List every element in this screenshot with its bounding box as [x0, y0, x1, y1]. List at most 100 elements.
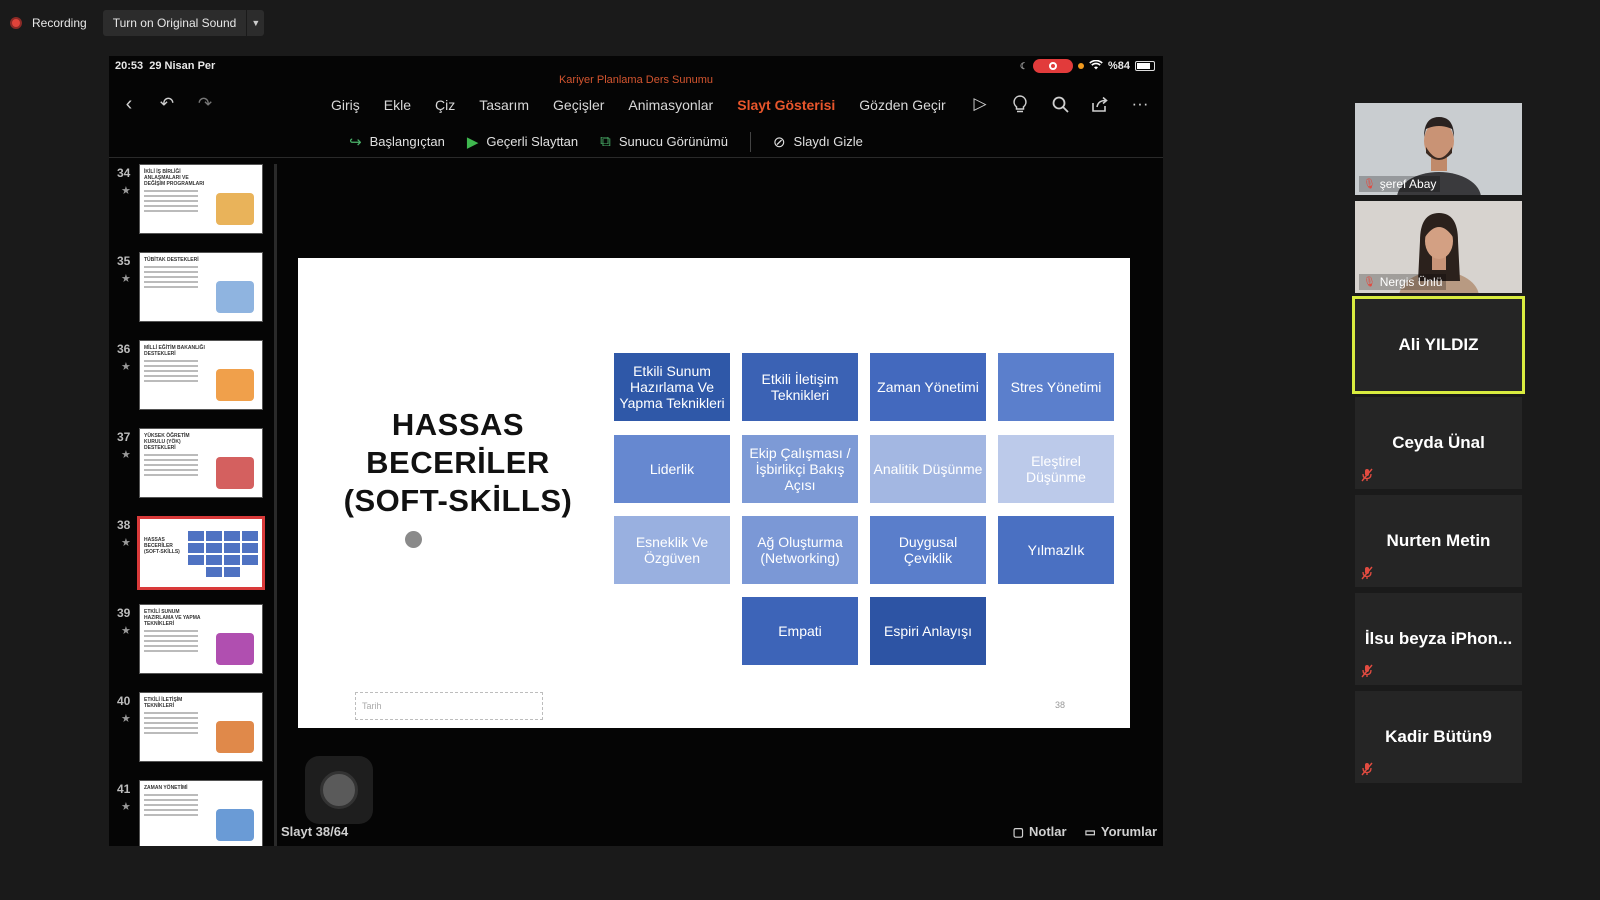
slide-thumbnail[interactable]: 36 ★ MİLLİ EĞİTİM BAKANLIĞI DESTEKLERİ [109, 340, 274, 426]
tab-3[interactable]: Tasarım [467, 94, 541, 116]
participant-name: Nergis Ünlü [1379, 275, 1443, 289]
share-icon[interactable] [1087, 92, 1113, 116]
participant-tile[interactable]: Ali YILDIZ [1352, 296, 1525, 394]
search-icon[interactable] [1047, 92, 1073, 116]
skill-box: Eleştirel Düşünme [998, 435, 1114, 503]
thumbnail-title: HASSAS BECERİLER (SOFT-SKİLLS) [144, 537, 180, 555]
thumbnail-grid [188, 531, 258, 577]
thumbnail-title: ETKİLİ İLETİŞİM TEKNİKLERİ [144, 697, 183, 709]
notes-button[interactable]: ▢ Notlar [1013, 824, 1067, 839]
participant-name: İlsu beyza iPhon... [1364, 629, 1513, 648]
tab-5[interactable]: Animasyonlar [616, 94, 725, 116]
thumbnail-preview[interactable]: TÜBİTAK DESTEKLERİ [139, 252, 263, 322]
participant-name: şeref Abay [1379, 177, 1437, 191]
comments-button[interactable]: ▭ Yorumlar [1085, 824, 1157, 839]
from-current-button[interactable]: ▶ Geçerli Slayttan [467, 133, 578, 151]
participant-tile[interactable]: Ceyda Ünal [1355, 397, 1522, 489]
play-icon[interactable]: ▷ [967, 92, 993, 116]
zoom-window: Recording Turn on Original Sound ▼ 20:53… [0, 0, 1600, 900]
participant-tile[interactable]: 🎙 şeref Abay [1355, 103, 1522, 195]
tab-6[interactable]: Slayt Gösterisi [725, 94, 847, 116]
mic-muted-icon: 🎙 [1363, 178, 1376, 190]
slide-thumbnail[interactable]: 39 ★ ETKİLİ SUNUM HAZIRLAMA VE YAPMA TEKNİ… [109, 604, 274, 690]
assistive-touch-button[interactable] [305, 756, 373, 824]
thumbnail-preview[interactable]: YÜKSEK ÖĞRETİM KURULU (YÖK) DESTEKLERİ [139, 428, 263, 498]
slide-thumbnails[interactable]: 34 ★ İKİLİ İŞ BİRLİĞİ ANLAŞMALARI VE DEĞİŞ… [109, 164, 277, 846]
slide-thumbnail[interactable]: 34 ★ İKİLİ İŞ BİRLİĞİ ANLAŞMALARI VE DEĞİŞ… [109, 164, 274, 250]
mic-muted-icon [1361, 762, 1373, 779]
hide-slide-icon: ⊘ [772, 133, 786, 151]
participant-name: Ali YILDIZ [1398, 335, 1479, 354]
participant-tile[interactable]: Nurten Metin [1355, 495, 1522, 587]
battery-percent: %84 [1107, 60, 1130, 72]
thumbnail-illustration [216, 633, 254, 665]
mic-muted-icon: 🎙 [1363, 276, 1376, 288]
divider [749, 131, 751, 152]
thumbnail-text-lines [144, 794, 198, 816]
thumbnail-illustration [216, 193, 254, 225]
thumbnail-preview[interactable]: ETKİLİ SUNUM HAZIRLAMA VE YAPMA TEKNİKLE… [139, 604, 263, 674]
skill-box: Ekip Çalışması / İşbirlikçi Bakış Açısı [742, 435, 858, 503]
hide-slide-button[interactable]: ⊘ Slaydı Gizle [773, 133, 863, 151]
thumbnail-preview[interactable]: MİLLİ EĞİTİM BAKANLIĞI DESTEKLERİ [139, 340, 263, 410]
thumbnail-title: İKİLİ İŞ BİRLİĞİ ANLAŞMALARI VE DEĞİŞİM … [144, 169, 205, 187]
skill-box: Duygusal Çeviklik [870, 516, 986, 584]
slide-thumbnail[interactable]: 35 ★ TÜBİTAK DESTEKLERİ [109, 252, 274, 338]
star-icon: ★ [121, 185, 131, 197]
tab-4[interactable]: Geçişler [541, 94, 616, 116]
skill-box: Ağ Oluşturma (Networking) [742, 516, 858, 584]
chevron-down-icon[interactable]: ▼ [246, 10, 264, 36]
tab-1[interactable]: Ekle [372, 94, 423, 116]
slide-thumbnail[interactable]: 40 ★ ETKİLİ İLETİŞİM TEKNİKLERİ [109, 692, 274, 778]
presenter-view-button[interactable]: ⧉ Sunucu Görünümü [600, 133, 728, 150]
tab-7[interactable]: Gözden Geçir [847, 94, 949, 116]
undo-icon[interactable]: ↶ [155, 92, 179, 116]
participant-tile[interactable]: Kadir Bütün9 [1355, 691, 1522, 783]
original-sound-control[interactable]: Turn on Original Sound ▼ [102, 10, 265, 36]
slide-thumbnail[interactable]: 38 ★ HASSAS BECERİLER (SOFT-SKİLLS) [109, 516, 274, 602]
participant-tile[interactable]: İlsu beyza iPhon... [1355, 593, 1522, 685]
thumbnail-number: 34 [117, 166, 131, 180]
thumbnail-number: 40 [117, 694, 131, 708]
mic-in-use-dot [1077, 63, 1084, 69]
slideshow-commands: ↪ Başlangıçtan ▶ Geçerli Slayttan ⧉ Sunu… [109, 126, 1163, 158]
slide-thumbnail[interactable]: 37 ★ YÜKSEK ÖĞRETİM KURULU (YÖK) DESTEKLER… [109, 428, 274, 514]
thumbnail-title: ZAMAN YÖNETİMİ [144, 785, 188, 791]
participant-label: 🎙 şeref Abay [1359, 176, 1441, 192]
thumbnail-title: MİLLİ EĞİTİM BAKANLIĞI DESTEKLERİ [144, 345, 205, 357]
thumbnail-preview[interactable]: HASSAS BECERİLER (SOFT-SKİLLS) [137, 516, 265, 590]
from-start-button[interactable]: ↪ Başlangıçtan [349, 133, 445, 151]
status-footer: Slayt 38/64 ▢ Notlar ▭ Yorumlar [109, 818, 1163, 846]
document-title: Kariyer Planlama Ders Sunumu [558, 74, 714, 86]
lightbulb-icon[interactable] [1007, 92, 1033, 116]
wifi-icon [1089, 59, 1103, 73]
tab-0[interactable]: Giriş [319, 94, 372, 116]
play-triangle-icon: ▶ [466, 133, 479, 151]
back-icon[interactable]: ‹ [117, 92, 141, 116]
star-icon: ★ [121, 361, 131, 373]
star-icon: ★ [121, 537, 131, 549]
moon-icon: ☾ [1019, 60, 1028, 71]
star-icon: ★ [121, 625, 131, 637]
thumbnail-number: 37 [117, 430, 131, 444]
redo-icon[interactable]: ↷ [193, 92, 217, 116]
tab-2[interactable]: Çiz [423, 94, 467, 116]
recording-bar: Recording Turn on Original Sound ▼ [10, 10, 265, 36]
thumbnail-preview[interactable]: İKİLİ İŞ BİRLİĞİ ANLAŞMALARI VE DEĞİŞİM … [139, 164, 263, 234]
mic-muted-icon [1361, 664, 1373, 681]
ipad-status-bar: 20:53 29 Nisan Per ☾ %84 [109, 56, 1163, 76]
date-placeholder[interactable]: Tarih [355, 692, 543, 720]
thumbnail-number: 38 [117, 518, 131, 532]
thumbnail-preview[interactable]: ETKİLİ İLETİŞİM TEKNİKLERİ [139, 692, 263, 762]
thumbnail-number: 35 [117, 254, 131, 268]
more-icon[interactable]: ··· [1127, 92, 1153, 116]
mic-muted-icon [1361, 566, 1373, 583]
participant-tile[interactable]: 🎙 Nergis Ünlü [1355, 201, 1522, 293]
skill-box: Zaman Yönetimi [870, 353, 986, 421]
screen-record-indicator [1032, 59, 1073, 73]
slide-title: HASSAS BECERİLER (SOFT-SKİLLS) [343, 407, 573, 518]
thumbnail-illustration [216, 721, 254, 753]
original-sound-button[interactable]: Turn on Original Sound [103, 10, 247, 36]
thumbnail-title: TÜBİTAK DESTEKLERİ [144, 257, 199, 263]
thumbnail-text-lines [144, 360, 198, 382]
